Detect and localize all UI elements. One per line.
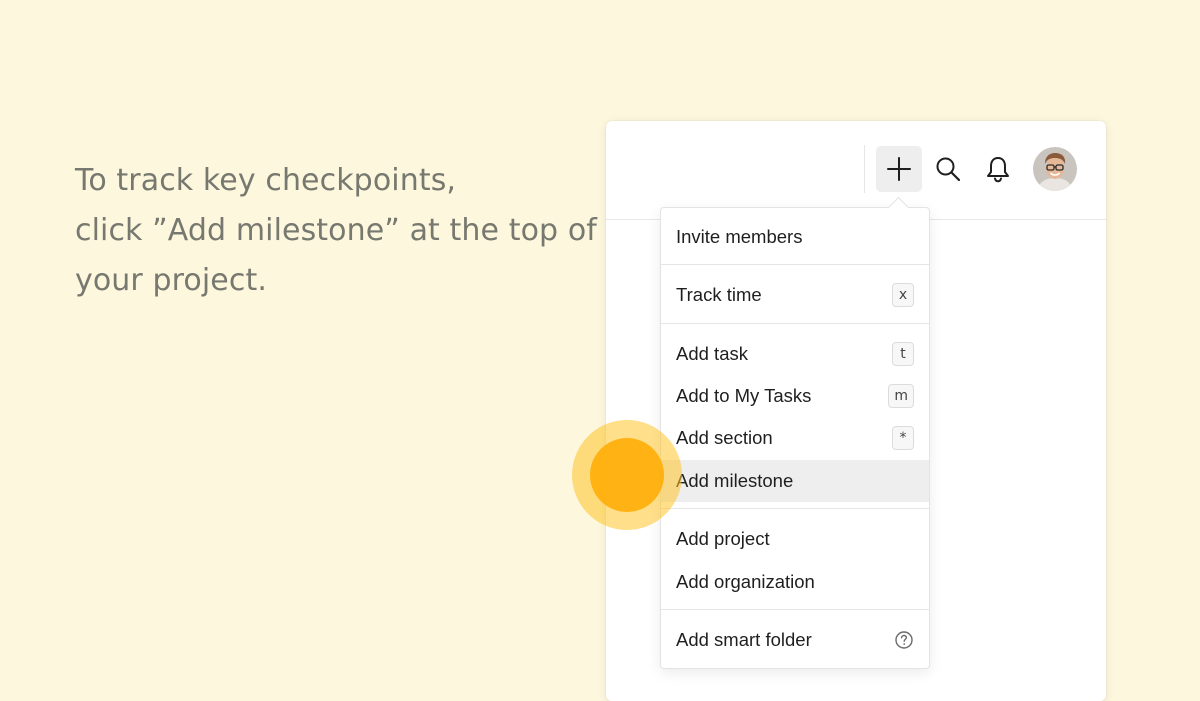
add-menu-dropdown: Invite members Track time x Add task t A… <box>660 207 930 669</box>
menu-item-label: Track time <box>676 284 762 305</box>
add-button[interactable] <box>876 146 922 192</box>
menu-item-track-time[interactable]: Track time x <box>661 274 929 316</box>
shortcut-badge: t <box>892 342 914 366</box>
menu-item-label: Add project <box>676 528 770 549</box>
search-button[interactable] <box>930 151 966 187</box>
menu-item-label: Add smart folder <box>676 629 812 650</box>
shortcut-badge: * <box>892 426 914 450</box>
menu-divider <box>661 264 929 265</box>
instruction-line-3: your project. <box>75 263 267 298</box>
menu-item-add-organization[interactable]: Add organization <box>661 561 929 603</box>
menu-item-label: Invite members <box>676 226 803 247</box>
plus-icon <box>887 157 911 181</box>
menu-item-add-task[interactable]: Add task t <box>661 333 929 375</box>
menu-item-add-milestone[interactable]: Add milestone <box>661 460 929 502</box>
menu-item-label: Add task <box>676 343 748 364</box>
instruction-line-2: click ”Add milestone” at the top of <box>75 213 597 248</box>
menu-item-label: Add to My Tasks <box>676 385 812 406</box>
menu-item-add-project[interactable]: Add project <box>661 518 929 560</box>
search-icon <box>936 157 961 182</box>
menu-divider <box>661 323 929 324</box>
notifications-button[interactable] <box>980 151 1016 187</box>
topbar-divider <box>864 145 865 193</box>
shortcut-badge: x <box>892 283 914 307</box>
shortcut-badge: m <box>888 384 914 408</box>
bell-icon <box>987 157 1009 183</box>
click-indicator <box>590 438 664 512</box>
menu-item-label: Add milestone <box>676 470 794 491</box>
avatar[interactable] <box>1033 147 1077 191</box>
menu-item-add-smart-folder[interactable]: Add smart folder <box>661 619 929 661</box>
menu-item-label: Add section <box>676 427 773 448</box>
menu-divider <box>661 508 929 509</box>
menu-divider <box>661 609 929 610</box>
menu-item-add-to-my-tasks[interactable]: Add to My Tasks m <box>661 375 929 417</box>
instruction-line-1: To track key checkpoints, <box>75 163 457 198</box>
user-avatar-icon <box>1033 147 1077 191</box>
help-circle-icon[interactable] <box>894 630 914 650</box>
menu-item-invite-members[interactable]: Invite members <box>661 216 929 258</box>
menu-item-label: Add organization <box>676 571 815 592</box>
menu-item-add-section[interactable]: Add section * <box>661 417 929 459</box>
instruction-text: To track key checkpoints, click ”Add mil… <box>75 156 597 306</box>
